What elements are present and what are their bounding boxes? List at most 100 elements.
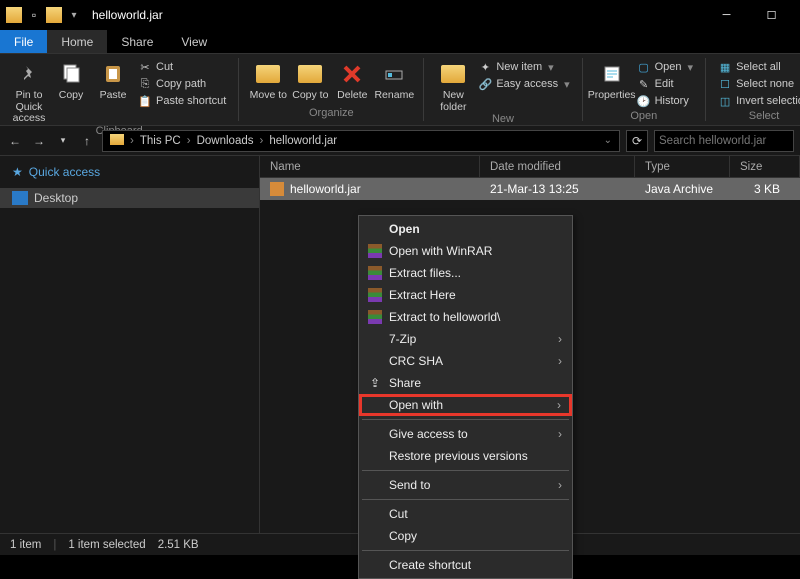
ribbon-group-select: ▦Select all ☐Select none ◫Invert selecti… [706, 58, 800, 121]
cm-create-shortcut[interactable]: Create shortcut [361, 554, 570, 576]
moveto-label: Move to [250, 90, 287, 102]
cm-extract-here[interactable]: Extract Here [361, 284, 570, 306]
chevron-right-icon[interactable]: › [184, 135, 194, 147]
forward-button[interactable]: → [30, 132, 48, 150]
breadcrumb-pc[interactable]: This PC [137, 135, 184, 147]
qat-properties-icon[interactable]: ▫ [26, 7, 42, 23]
tab-view[interactable]: View [167, 30, 221, 53]
col-name[interactable]: Name [260, 156, 480, 177]
cm-restore[interactable]: Restore previous versions [361, 445, 570, 467]
pin-quick-access-button[interactable]: Pin to Quick access [8, 58, 50, 125]
cm-share-label: Share [389, 376, 421, 390]
file-type: Java Archive [635, 182, 730, 196]
properties-button[interactable]: Properties [591, 58, 633, 102]
search-input[interactable]: Search helloworld.jar [654, 130, 794, 152]
col-size[interactable]: Size [730, 156, 800, 177]
cut-button[interactable]: ✂Cut [138, 60, 226, 74]
window-title: helloworld.jar [92, 8, 163, 22]
star-icon: ★ [12, 165, 23, 179]
cm-extractfiles-label: Extract files... [389, 266, 461, 280]
cm-copy[interactable]: Copy [361, 525, 570, 547]
history-button[interactable]: 🕑History [637, 94, 693, 108]
file-size: 3 KB [730, 182, 800, 196]
ribbon-group-open: Properties ▢Open▾ ✎Edit 🕑History Open [583, 58, 706, 121]
cm-crc-sha[interactable]: CRC SHA› [361, 350, 570, 372]
breadcrumb-file[interactable]: helloworld.jar [266, 135, 340, 147]
cm-7zip[interactable]: 7-Zip› [361, 328, 570, 350]
copy-button[interactable]: Copy [50, 58, 92, 102]
newitem-button[interactable]: ✦New item▾ [478, 60, 569, 74]
ribbon-group-new: New folder ✦New item▾ 🔗Easy access▾ New [424, 58, 582, 121]
copypath-button[interactable]: ⎘Copy path [138, 77, 226, 91]
chevron-right-icon[interactable]: › [127, 135, 137, 147]
newfolder-button[interactable]: New folder [432, 58, 474, 113]
moveto-button[interactable]: Move to [247, 58, 289, 102]
selectall-label: Select all [736, 61, 781, 73]
open-button[interactable]: ▢Open▾ [637, 60, 693, 74]
breadcrumb-root-icon [107, 134, 127, 148]
winrar-icon [367, 243, 383, 259]
cm-extract-files[interactable]: Extract files... [361, 262, 570, 284]
paste-button[interactable]: Paste [92, 58, 134, 102]
properties-icon [598, 60, 626, 88]
breadcrumb[interactable]: › This PC › Downloads › helloworld.jar ⌄ [102, 130, 620, 152]
chevron-right-icon[interactable]: › [257, 135, 267, 147]
cm-extractto-label: Extract to helloworld\ [389, 310, 500, 324]
cm-give-access[interactable]: Give access to› [361, 423, 570, 445]
open-label: Open [655, 61, 682, 73]
new-group-label: New [492, 113, 514, 125]
search-placeholder: Search helloworld.jar [659, 135, 766, 147]
qat-new-folder-icon[interactable] [46, 7, 62, 23]
qat-dropdown-icon[interactable]: ▾ [66, 7, 82, 23]
share-icon: ⇪ [367, 375, 383, 391]
column-headers: Name Date modified Type Size [260, 156, 800, 178]
selectall-button[interactable]: ▦Select all [718, 60, 800, 74]
edit-button[interactable]: ✎Edit [637, 77, 693, 91]
file-menu[interactable]: File [0, 30, 47, 53]
selectnone-button[interactable]: ☐Select none [718, 77, 800, 91]
shortcut-icon: 📋 [138, 94, 152, 108]
pasteshortcut-button[interactable]: 📋Paste shortcut [138, 94, 226, 108]
copyto-button[interactable]: Copy to [289, 58, 331, 102]
col-date[interactable]: Date modified [480, 156, 635, 177]
minimize-button[interactable]: ─ [704, 0, 749, 30]
cm-open-with[interactable]: Open with› [359, 394, 572, 416]
sidebar-item-quickaccess[interactable]: ★ Quick access [0, 162, 259, 182]
file-date: 21-Mar-13 13:25 [480, 182, 635, 196]
newitem-icon: ✦ [478, 60, 492, 74]
edit-icon: ✎ [637, 77, 651, 91]
maximize-button[interactable]: ☐ [749, 0, 794, 30]
cm-separator [362, 499, 569, 500]
breadcrumb-downloads[interactable]: Downloads [194, 135, 257, 147]
cm-open[interactable]: Open [361, 218, 570, 240]
rename-label: Rename [374, 90, 414, 102]
rename-button[interactable]: Rename [373, 58, 415, 102]
selectnone-label: Select none [736, 78, 794, 90]
refresh-button[interactable]: ⟳ [626, 130, 648, 152]
tab-share[interactable]: Share [107, 30, 167, 53]
sidebar-item-desktop[interactable]: Desktop [0, 188, 259, 208]
cm-send-to[interactable]: Send to› [361, 474, 570, 496]
delete-button[interactable]: Delete [331, 58, 373, 102]
up-button[interactable]: ↑ [78, 132, 96, 150]
cm-cut[interactable]: Cut [361, 503, 570, 525]
chevron-down-icon[interactable]: ⌄ [601, 135, 615, 146]
scissors-icon: ✂ [138, 60, 152, 74]
cm-crcsha-label: CRC SHA [389, 354, 443, 368]
back-button[interactable]: ← [6, 132, 24, 150]
properties-label: Properties [588, 90, 636, 102]
cm-open-winrar[interactable]: Open with WinRAR [361, 240, 570, 262]
cm-extract-to[interactable]: Extract to helloworld\ [361, 306, 570, 328]
invertselection-button[interactable]: ◫Invert selection [718, 94, 800, 108]
file-row[interactable]: helloworld.jar 21-Mar-13 13:25 Java Arch… [260, 178, 800, 200]
invert-icon: ◫ [718, 94, 732, 108]
quickaccess-label: Quick access [29, 165, 100, 179]
folder-icon [6, 7, 22, 23]
tab-home[interactable]: Home [47, 30, 107, 53]
easyaccess-button[interactable]: 🔗Easy access▾ [478, 77, 569, 91]
copyto-icon [296, 60, 324, 88]
col-type[interactable]: Type [635, 156, 730, 177]
cm-share[interactable]: ⇪ Share [361, 372, 570, 394]
copypath-label: Copy path [156, 78, 206, 90]
recent-dropdown[interactable]: ▾ [54, 132, 72, 150]
